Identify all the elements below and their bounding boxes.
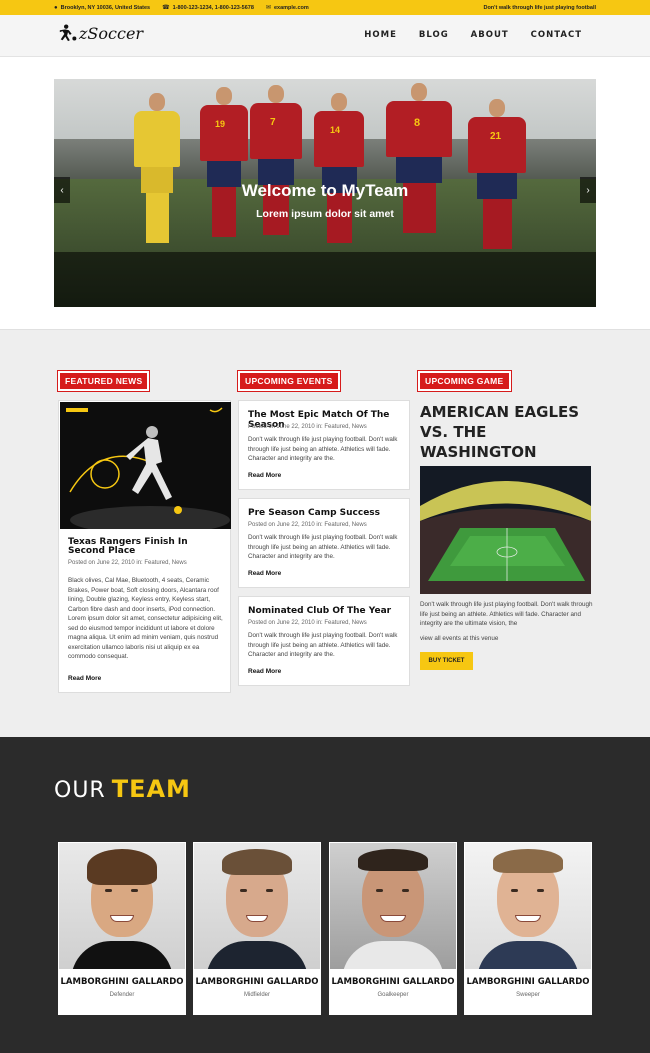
jersey-number: 21 (490, 131, 502, 142)
event-title[interactable]: Nominated Club Of The Year (248, 606, 391, 616)
event-meta: Posted on June 22, 2010 in: Featured, Ne… (248, 620, 367, 626)
game-venue-link[interactable]: view all events at this venue (420, 634, 498, 644)
event-body: Don't walk through life just playing foo… (248, 436, 398, 462)
team-member-card[interactable]: LAMBORGHINI GALLARDO Midfielder (193, 842, 321, 1015)
event-title[interactable]: Pre Season Camp Success (248, 508, 380, 518)
member-name: LAMBORGHINI GALLARDO (195, 977, 319, 987)
featured-news-card: Texas Rangers Finish In Second Place Pos… (58, 400, 231, 693)
envelope-icon: ✉ (265, 5, 271, 11)
event-card: Pre Season Camp Success Posted on June 2… (238, 498, 410, 588)
featured-news-image[interactable] (60, 402, 231, 529)
phone-icon: ☎ (162, 5, 170, 11)
member-role: Midfielder (243, 992, 270, 998)
nav-about[interactable]: ABOUT (471, 30, 509, 40)
event-card: Nominated Club Of The Year Posted on Jun… (238, 596, 410, 686)
stadium-illustration (420, 466, 591, 594)
event-card: The Most Epic Match Of The Season Posted… (238, 400, 410, 490)
soccer-kick-illustration (60, 402, 231, 529)
nav-home[interactable]: HOME (364, 30, 397, 40)
game-description: Don't walk through life just playing foo… (420, 601, 593, 627)
member-name: LAMBORGHINI GALLARDO (331, 977, 455, 987)
event-read-more-link[interactable]: Read More (248, 570, 281, 577)
event-body: Don't walk through life just playing foo… (248, 632, 398, 658)
hero-player-5: 21 (468, 99, 526, 257)
news-events-section: FEATURED NEWS Texas Rangers Finish In Se… (0, 329, 650, 737)
address-info: ● Brooklyn, NY 10036, United States (54, 5, 150, 11)
team-heading-our: OUR (54, 778, 106, 803)
email-info[interactable]: ✉ example.com (265, 4, 309, 12)
featured-read-more-link[interactable]: Read More (68, 675, 101, 682)
hero-subtitle: Lorem ipsum dolor sit amet (256, 208, 394, 220)
phone-text: 1-800-123-1234, 1-800-123-5678 (172, 4, 254, 11)
hero-player-1: 19 (200, 87, 248, 253)
hero-title: Welcome to MyTeam (241, 181, 409, 200)
member-role: Goalkeeper (377, 992, 409, 998)
member-name: LAMBORGHINI GALLARDO (60, 977, 184, 987)
hero-player-2: 7 (250, 85, 302, 255)
site-logo[interactable]: zSoccer (58, 23, 143, 43)
jersey-number: 8 (414, 117, 421, 129)
main-nav: HOME BLOG ABOUT CONTACT (364, 30, 582, 40)
hero-caption-overlay (54, 252, 596, 307)
nav-contact[interactable]: CONTACT (531, 30, 582, 40)
team-heading-team: TEAM (111, 775, 191, 803)
event-read-more-link[interactable]: Read More (248, 472, 281, 479)
team-member-card[interactable]: LAMBORGHINI GALLARDO Sweeper (464, 842, 592, 1015)
soccer-player-logo-icon (59, 24, 77, 42)
top-bar: ● Brooklyn, NY 10036, United States ☎ 1-… (0, 0, 650, 15)
location-pin-icon: ● (54, 4, 58, 11)
phone-info: ☎ 1-800-123-1234, 1-800-123-5678 (162, 4, 254, 12)
event-read-more-link[interactable]: Read More (248, 668, 281, 675)
site-header: zSoccer HOME BLOG ABOUT CONTACT (0, 15, 650, 57)
featured-news-label: FEATURED NEWS (56, 370, 151, 392)
member-photo (465, 843, 591, 969)
hero-player-4: 8 (386, 83, 452, 255)
featured-news-body: Black olives, Cal Mae, Bluetooth, 4 seat… (68, 577, 223, 660)
team-member-card[interactable]: LAMBORGHINI GALLARDO Defender (58, 842, 186, 1015)
jersey-number: 14 (330, 125, 341, 135)
team-member-card[interactable]: LAMBORGHINI GALLARDO Goalkeeper (329, 842, 457, 1015)
event-body: Don't walk through life just playing foo… (248, 534, 398, 560)
logo-text: zSoccer (79, 23, 144, 43)
member-photo (194, 843, 320, 969)
email-text[interactable]: example.com (274, 5, 309, 11)
team-section: OUR TEAM LAMBORGHINI GALLARDO Defender LA… (0, 737, 650, 1053)
hero-player-goalkeeper (134, 93, 180, 253)
member-photo (59, 843, 185, 969)
stadium-image[interactable] (420, 466, 591, 594)
member-photo (330, 843, 456, 969)
hero-player-3: 14 (314, 93, 364, 255)
address-text: Brooklyn, NY 10036, United States (60, 4, 151, 11)
event-meta: Posted on June 22, 2010 in: Featured, Ne… (248, 424, 367, 430)
nav-blog[interactable]: BLOG (419, 30, 449, 40)
top-tagline: Don't walk through life just playing foo… (483, 4, 596, 11)
slider-prev-arrow-icon[interactable]: ‹ (54, 177, 70, 203)
slider-next-arrow-icon[interactable]: › (580, 177, 596, 203)
jersey-number: 19 (215, 119, 226, 129)
jersey-number: 7 (270, 117, 276, 128)
member-role: Defender (109, 992, 135, 998)
upcoming-game-label: UPCOMING GAME (417, 370, 512, 392)
member-name: LAMBORGHINI GALLARDO (466, 977, 590, 987)
event-meta: Posted on June 22, 2010 in: Featured, Ne… (248, 522, 367, 528)
upcoming-events-label: UPCOMING EVENTS (237, 370, 341, 392)
member-role: Sweeper (516, 992, 540, 998)
featured-news-title[interactable]: Texas Rangers Finish In Second Place (68, 538, 223, 556)
featured-news-meta: Posted on June 22, 2010 in: Featured, Ne… (68, 560, 187, 566)
team-heading: OUR TEAM (54, 775, 191, 803)
buy-ticket-button[interactable]: BUY TICKET (420, 652, 473, 670)
